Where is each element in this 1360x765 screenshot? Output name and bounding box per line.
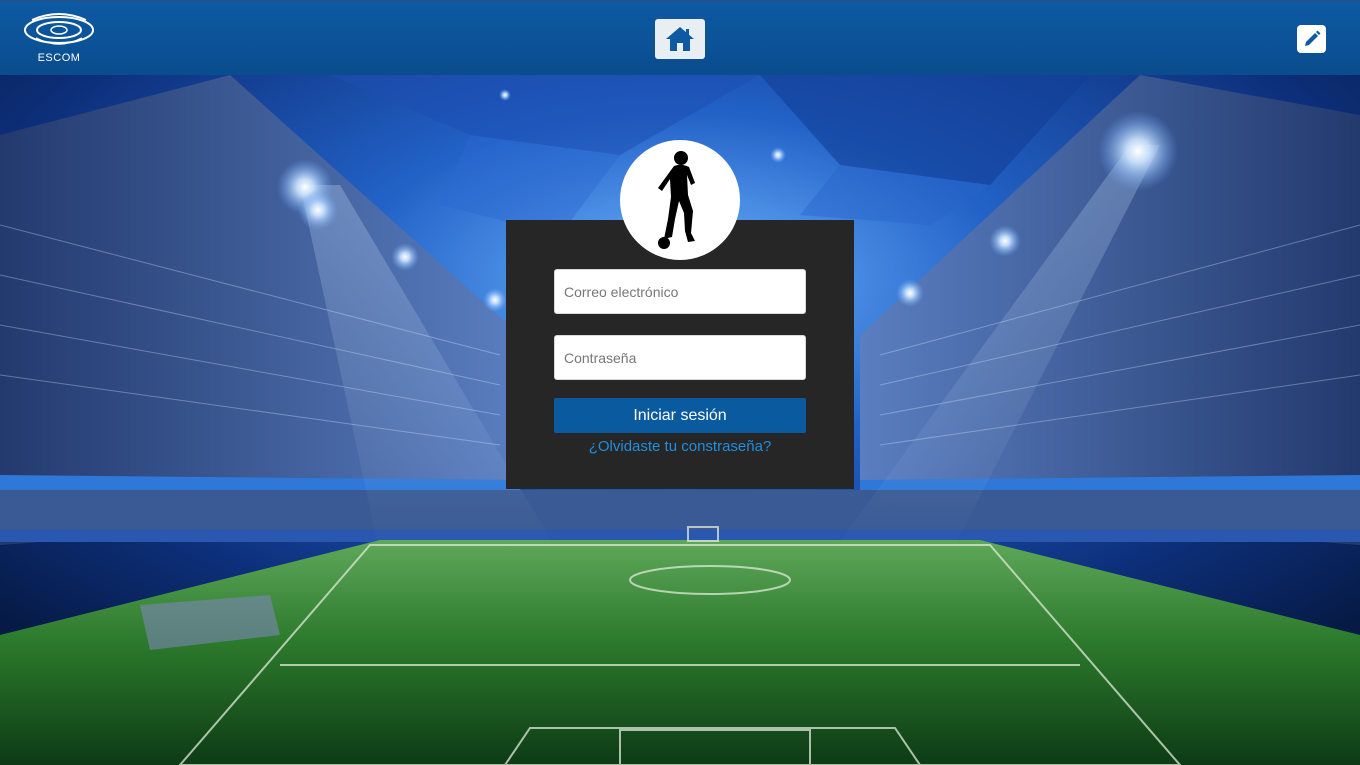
login-button[interactable]: Iniciar sesión bbox=[554, 398, 806, 433]
logo-text: ESCOM bbox=[37, 52, 81, 64]
forgot-password-link[interactable]: ¿Olvidaste tu constraseña? bbox=[506, 438, 854, 455]
soccer-player-icon bbox=[658, 151, 695, 249]
pencil-icon bbox=[1304, 30, 1320, 46]
home-icon bbox=[666, 27, 694, 51]
home-button[interactable] bbox=[655, 19, 705, 59]
password-field[interactable] bbox=[554, 335, 806, 380]
escom-logo[interactable]: ESCOM bbox=[22, 12, 96, 66]
avatar bbox=[620, 140, 740, 260]
email-field[interactable] bbox=[554, 269, 806, 314]
edit-button[interactable] bbox=[1297, 25, 1326, 53]
escom-logo-icon bbox=[24, 13, 94, 45]
top-navbar: ESCOM bbox=[0, 0, 1360, 75]
